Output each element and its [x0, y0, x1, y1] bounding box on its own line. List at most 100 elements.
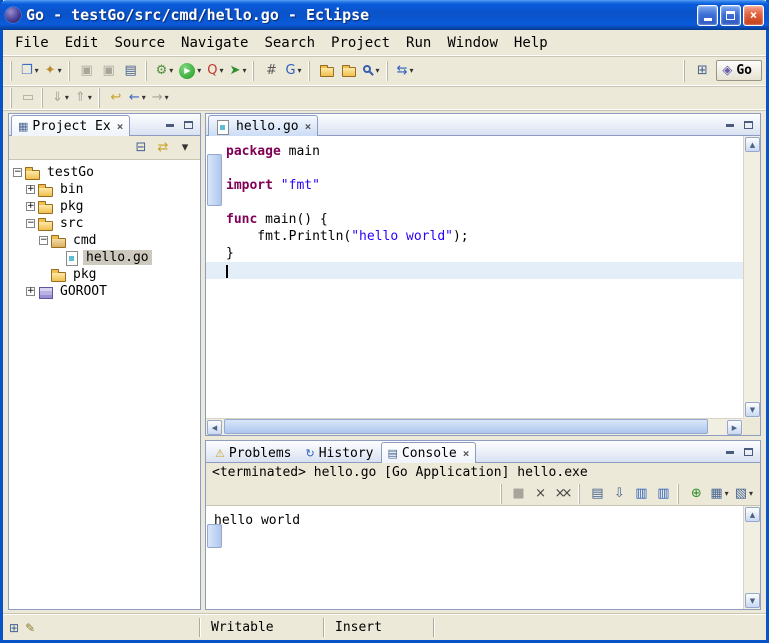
editor-vscroll-thumb[interactable] — [207, 154, 222, 206]
editor-hscroll-thumb[interactable] — [224, 419, 708, 434]
code-line[interactable]: func main() { — [226, 211, 743, 228]
tab-console[interactable]: ▤Console× — [381, 442, 477, 463]
expand-expander-icon[interactable]: + — [26, 185, 35, 194]
last-edit-location-button[interactable]: ↩ — [106, 88, 126, 108]
console-output-area[interactable]: hello world ▲ ▼ — [206, 506, 760, 609]
go-build-button[interactable]: G▾ — [282, 60, 304, 82]
open-perspective-button[interactable]: ⊞ — [691, 60, 713, 82]
external-tools-button[interactable]: ➤▾ — [227, 60, 250, 82]
open-project-folder-button[interactable] — [338, 60, 360, 82]
clear-console-button[interactable]: ▤ — [586, 483, 608, 505]
tree-item-pkg[interactable]: pkg — [9, 266, 200, 283]
menu-window[interactable]: Window — [439, 32, 506, 54]
menu-run[interactable]: Run — [398, 32, 439, 54]
team-sync-button[interactable]: ⇆▾ — [394, 60, 417, 82]
minimize-editor-button[interactable] — [723, 119, 737, 131]
collapse-expander-icon[interactable]: − — [39, 236, 48, 245]
tree-item-GOROOT[interactable]: +GOROOT — [9, 283, 200, 300]
code-line[interactable]: } — [226, 245, 743, 262]
console-tab-label: Problems — [229, 446, 292, 461]
scroll-right-icon[interactable]: ▶ — [727, 420, 742, 435]
print-button[interactable]: ▤ — [120, 60, 142, 82]
display-console-button[interactable]: ▦▾ — [707, 483, 731, 505]
menu-edit[interactable]: Edit — [57, 32, 107, 54]
menu-help[interactable]: Help — [506, 32, 556, 54]
close-button[interactable]: × — [743, 5, 764, 26]
editor-vertical-scrollbar[interactable]: ▲ ▼ — [743, 136, 760, 418]
code-editor[interactable]: package main import "fmt" func main() { fm… — [206, 136, 760, 435]
collapse-expander-icon[interactable]: − — [26, 219, 35, 228]
tab-history[interactable]: ↻History — [299, 442, 381, 463]
scroll-up-icon[interactable]: ▲ — [745, 137, 760, 152]
fast-view-button[interactable]: ⊞ — [9, 621, 19, 635]
minimize-console-button[interactable] — [723, 446, 737, 458]
search-button[interactable]: ▾ — [360, 60, 383, 82]
console-vertical-scrollbar[interactable]: ▲ ▼ — [743, 506, 760, 609]
console-scroll-down-icon[interactable]: ▼ — [745, 593, 760, 608]
go-perspective-button[interactable]: ◈ Go — [716, 60, 762, 81]
run-button[interactable]: ▶▾ — [176, 60, 204, 82]
close-tab-icon[interactable]: × — [305, 120, 312, 133]
maximize-editor-button[interactable] — [741, 119, 755, 131]
scroll-lock-button[interactable]: ⇩ — [608, 483, 630, 505]
menu-source[interactable]: Source — [106, 32, 173, 54]
tree-item-bin[interactable]: +bin — [9, 181, 200, 198]
maximize-view-button[interactable] — [181, 119, 195, 131]
expand-expander-icon[interactable]: + — [26, 287, 35, 296]
close-view-icon[interactable]: × — [117, 120, 124, 133]
close-tab-icon[interactable]: × — [463, 447, 470, 460]
last-edit-location-button-icon: ↩ — [110, 91, 121, 104]
code-line[interactable]: fmt.Println("hello world"); — [226, 228, 743, 245]
open-go-folder-button[interactable] — [316, 60, 338, 82]
scroll-down-icon[interactable]: ▼ — [745, 402, 760, 417]
new-wizard-button[interactable]: ❐▾ — [18, 60, 42, 82]
link-with-editor-button[interactable]: ⇄ — [152, 137, 174, 159]
dropdown-arrow-icon: ▾ — [35, 66, 39, 75]
go-status-button[interactable]: ✎ — [25, 621, 35, 635]
go-grid-button[interactable]: # — [260, 60, 282, 82]
remove-launch-button[interactable]: × — [530, 483, 552, 505]
open-console-button[interactable]: ▧▾ — [732, 483, 756, 505]
menu-project[interactable]: Project — [323, 32, 398, 54]
run-last-button[interactable]: Q▾ — [204, 60, 226, 82]
writable-status: Writable — [201, 615, 323, 640]
maximize-button[interactable] — [720, 5, 741, 26]
explorer-tab-label: Project Ex — [32, 119, 110, 134]
menu-file[interactable]: File — [7, 32, 57, 54]
tab-project-explorer[interactable]: ▦ Project Ex × — [11, 115, 130, 136]
tree-item-testGo[interactable]: −testGo — [9, 164, 200, 181]
code-line[interactable]: import "fmt" — [226, 177, 743, 194]
code-line[interactable] — [206, 262, 743, 279]
pin-console-button[interactable]: ⊕ — [685, 483, 707, 505]
menu-navigate[interactable]: Navigate — [173, 32, 256, 54]
remove-all-launches-button[interactable]: ×× — [552, 483, 576, 505]
maximize-console-button[interactable] — [741, 446, 755, 458]
code-line[interactable] — [226, 160, 743, 177]
tab-hello-go[interactable]: hello.go × — [208, 115, 318, 136]
tree-item-pkg[interactable]: +pkg — [9, 198, 200, 215]
minimize-view-button[interactable] — [163, 119, 177, 131]
view-menu-button[interactable]: ▾ — [174, 137, 196, 159]
menu-search[interactable]: Search — [256, 32, 323, 54]
minimize-button[interactable] — [697, 5, 718, 26]
tab-problems[interactable]: ⚠Problems — [208, 442, 299, 463]
collapse-expander-icon[interactable]: − — [13, 168, 22, 177]
expand-expander-icon[interactable]: + — [26, 202, 35, 211]
code-line[interactable]: package main — [226, 143, 743, 160]
debug-button[interactable]: ⚙▾ — [153, 60, 177, 82]
scroll-left-icon[interactable]: ◀ — [207, 420, 222, 435]
collapse-all-button[interactable]: ⊟ — [130, 137, 152, 159]
code-line[interactable] — [226, 194, 743, 211]
titlebar[interactable]: Go - testGo/src/cmd/hello.go - Eclipse × — [0, 0, 769, 30]
tree-item-cmd[interactable]: −cmd — [9, 232, 200, 249]
new-go-element-button[interactable]: ✦▾ — [42, 60, 65, 82]
console-vscroll-thumb[interactable] — [207, 524, 222, 548]
tree-item-hello.go[interactable]: hello.go — [9, 249, 200, 266]
stderr-activate-button[interactable]: ▥ — [652, 483, 674, 505]
console-scroll-up-icon[interactable]: ▲ — [745, 507, 760, 522]
tree-item-src[interactable]: −src — [9, 215, 200, 232]
back-button[interactable]: ←▾ — [126, 88, 149, 108]
stdout-activate-button[interactable]: ▥ — [630, 483, 652, 505]
code-area[interactable]: package main import "fmt" func main() { fm… — [206, 136, 743, 418]
forward-button-icon: → — [152, 91, 163, 104]
